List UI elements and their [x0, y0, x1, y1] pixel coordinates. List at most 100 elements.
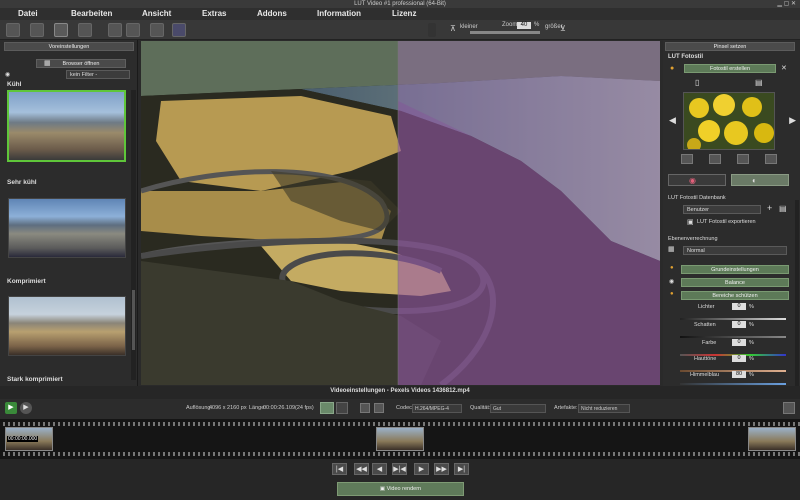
fullscreen-icon[interactable]: [783, 402, 795, 414]
play-pause-icon[interactable]: ▶: [414, 463, 429, 475]
export-icon[interactable]: [78, 23, 92, 37]
render-video-button[interactable]: ▣ Video rendern: [337, 482, 464, 496]
zoom-out-icon[interactable]: ⊼: [450, 24, 456, 33]
preset-label-kuehl: Kühl: [7, 81, 22, 88]
frame-icon[interactable]: [360, 403, 370, 413]
preset-thumb-kuehl[interactable]: [7, 90, 126, 162]
color-mode-button[interactable]: ◉: [668, 174, 726, 186]
slider-hauttoene-label: Hauttöne: [694, 356, 717, 362]
lut-tool-1-icon[interactable]: [681, 154, 693, 164]
new-lut-icon[interactable]: ▯: [695, 78, 699, 87]
slider-lichter-unit: %: [749, 304, 754, 310]
doc-icon[interactable]: ▤: [779, 204, 787, 213]
artifacts-select[interactable]: Nicht reduzieren: [578, 404, 630, 413]
slider-himmelblau[interactable]: Himmelblau 80 %: [668, 370, 788, 386]
window-controls[interactable]: ▁ ▢ ✕: [777, 0, 796, 8]
mark-icon[interactable]: ▶|◀: [392, 463, 407, 475]
forward-icon[interactable]: ▶▶: [434, 463, 449, 475]
menu-bearbeiten[interactable]: Bearbeiten: [71, 9, 112, 18]
video-preview[interactable]: [141, 41, 660, 385]
timeline-thumb-end[interactable]: [748, 427, 796, 451]
timeline[interactable]: 00:00:00.000: [0, 419, 800, 459]
menu-datei[interactable]: Datei: [18, 9, 38, 18]
open-file-icon[interactable]: [30, 23, 44, 37]
create-lut-button[interactable]: Fotostil erstellen: [684, 64, 776, 73]
lut-tool-3-icon[interactable]: [737, 154, 749, 164]
right-scrollbar[interactable]: [795, 200, 799, 386]
play-icon[interactable]: ▶: [5, 402, 17, 414]
preset-thumb-komprimiert[interactable]: [8, 296, 126, 356]
section-toggle-2-icon[interactable]: ◉: [669, 278, 674, 285]
crop-icon[interactable]: [374, 403, 384, 413]
preset-thumb-sehr-kuehl[interactable]: [8, 198, 126, 258]
protect-areas-label: Bereiche schützen: [712, 293, 758, 299]
next-lut-icon[interactable]: ▶: [789, 115, 796, 126]
audio-icon[interactable]: [320, 402, 334, 414]
print-icon[interactable]: [126, 23, 140, 37]
presets-scrollbar[interactable]: [131, 90, 136, 380]
split-icon[interactable]: [428, 23, 436, 37]
go-end-icon[interactable]: ▶|: [454, 463, 469, 475]
browser-icon: ▦: [44, 60, 51, 67]
effects-icon[interactable]: [54, 23, 68, 37]
export-icon: ▣: [687, 219, 694, 226]
open-lut-icon[interactable]: ▤: [755, 78, 763, 87]
audio-off-icon[interactable]: [336, 402, 348, 414]
filter-select[interactable]: kein Filter -: [66, 70, 130, 79]
menu-ansicht[interactable]: Ansicht: [142, 9, 171, 18]
create-lut-label: Fotostil erstellen: [709, 66, 751, 72]
lut-tool-2-icon[interactable]: [709, 154, 721, 164]
export-lut-link[interactable]: LUT Fotostil exportieren: [697, 219, 756, 225]
slider-schatten-unit: %: [749, 322, 754, 328]
slider-himmelblau-track[interactable]: [680, 383, 786, 385]
zoom-value[interactable]: 40: [517, 22, 531, 29]
slider-farbe-value[interactable]: 0: [732, 339, 746, 346]
section-toggle-1-icon[interactable]: ●: [670, 265, 674, 271]
menu-addons[interactable]: Addons: [257, 9, 287, 18]
chart-icon[interactable]: [172, 23, 186, 37]
bw-mode-button[interactable]: ◐: [731, 174, 789, 186]
bw-icon: ◐: [752, 176, 757, 185]
slider-himmelblau-value[interactable]: 80: [732, 371, 746, 378]
zoom-slider[interactable]: [470, 31, 540, 34]
transport-controls: |◀ ◀◀ ◀ ▶|◀ ▶ ▶▶ ▶|: [0, 459, 800, 481]
go-start-icon[interactable]: |◀: [332, 463, 347, 475]
zoom-unit: %: [534, 22, 540, 28]
protect-areas-button[interactable]: Bereiche schützen: [681, 291, 789, 300]
loop-icon[interactable]: ▶: [20, 402, 32, 414]
add-icon[interactable]: +: [767, 203, 772, 213]
menu-extras[interactable]: Extras: [202, 9, 226, 18]
presets-header: Voreinstellungen: [4, 42, 134, 51]
slider-lichter-value[interactable]: 0: [732, 303, 746, 310]
artifacts-label: Artefakte:: [554, 405, 578, 411]
menu-lizenz[interactable]: Lizenz: [392, 9, 416, 18]
menu-information[interactable]: Information: [317, 9, 361, 18]
timeline-thumb-mid[interactable]: [376, 427, 424, 451]
lut-visibility-icon[interactable]: ●: [670, 65, 674, 72]
rewind-icon[interactable]: ◀◀: [354, 463, 369, 475]
zoom-in-icon[interactable]: ⊻: [560, 24, 566, 33]
lut-tool-4-icon[interactable]: [765, 154, 777, 164]
database-value: Benutzer: [687, 207, 710, 213]
timeline-thumb-start[interactable]: 00:00:00.000: [5, 427, 53, 451]
save-icon[interactable]: [108, 23, 122, 37]
slider-schatten-value[interactable]: 0: [732, 321, 746, 328]
slider-hauttoene-value[interactable]: 0: [732, 355, 746, 362]
prev-frame-icon[interactable]: ◀: [372, 463, 387, 475]
basic-settings-button[interactable]: Grundeinstellungen: [681, 265, 789, 274]
lut-preview-thumb[interactable]: [683, 92, 775, 150]
balance-label: Balance: [725, 280, 745, 286]
presets-panel: Voreinstellungen Browser öffnen ▦ ◉ kein…: [0, 40, 138, 386]
new-file-icon[interactable]: [6, 23, 20, 37]
quality-select[interactable]: Gut: [490, 404, 546, 413]
database-select[interactable]: Benutzer: [683, 205, 761, 214]
blend-select[interactable]: Normal: [683, 246, 787, 255]
timecode: 00:00:00.000: [7, 436, 39, 442]
info-icon[interactable]: [150, 23, 164, 37]
prev-lut-icon[interactable]: ◀: [669, 115, 676, 126]
filter-toggle-icon[interactable]: ◉: [5, 71, 10, 78]
close-icon[interactable]: ✕: [781, 64, 787, 72]
section-toggle-3-icon[interactable]: ●: [670, 291, 674, 297]
codec-select[interactable]: H.264/MPEG-4: [412, 404, 462, 413]
balance-button[interactable]: Balance: [681, 278, 789, 287]
